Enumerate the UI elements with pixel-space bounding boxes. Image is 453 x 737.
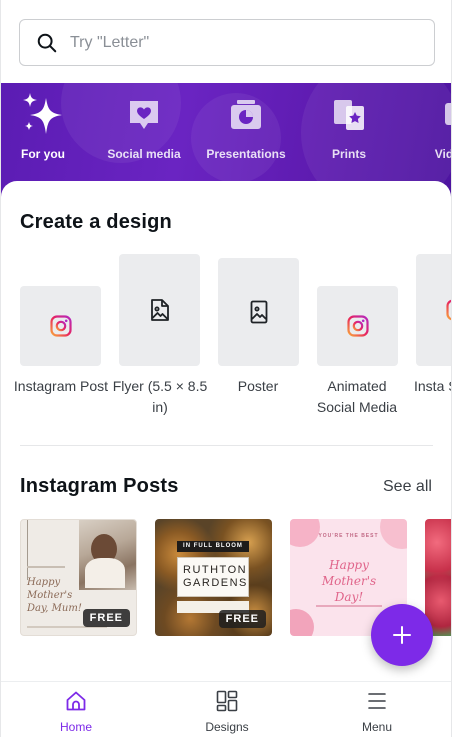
design-tile-poster[interactable]	[218, 258, 299, 366]
create-fab-button[interactable]	[371, 604, 433, 666]
nav-menu[interactable]: Menu	[332, 690, 422, 734]
category-label: Prints	[331, 147, 366, 161]
image-document-icon	[150, 299, 169, 321]
prints-icon	[334, 100, 364, 130]
search-header	[1, 0, 451, 83]
design-label: Poster	[237, 378, 279, 394]
see-all-link[interactable]: See all	[383, 478, 432, 496]
template-card-roses[interactable]	[425, 519, 451, 636]
template-card-ruthton-gardens[interactable]: IN FULL BLOOM RUTHTON GARDENS FREE	[155, 519, 272, 636]
bottom-nav: Home Designs Menu	[1, 681, 451, 737]
category-video[interactable]: Vid	[399, 91, 451, 161]
nav-label: Home	[59, 720, 92, 734]
template-title: RUTHTON GARDENS	[183, 564, 248, 589]
template-text: Happy Mother's Day, Mum!	[27, 577, 82, 614]
category-label: Vid	[434, 147, 451, 161]
design-label: Animated Social Media	[316, 378, 398, 415]
presentation-icon	[231, 100, 261, 129]
free-badge: FREE	[218, 610, 266, 628]
category-social-media[interactable]: Social media	[99, 91, 189, 161]
template-kicker: YOU'RE THE BEST	[318, 533, 379, 539]
search-icon	[37, 33, 57, 52]
instagram-icon	[446, 299, 451, 321]
home-icon	[66, 691, 86, 711]
designs-grid-icon	[216, 690, 238, 712]
category-for-you[interactable]: For you	[1, 91, 88, 161]
design-tile-instagram-post[interactable]	[20, 286, 101, 366]
menu-icon	[368, 693, 386, 709]
image-document-icon	[250, 300, 267, 324]
category-label: Presentations	[206, 147, 286, 161]
design-label: Flyer (5.5 × 8.5 in)	[112, 378, 208, 415]
template-kicker: IN FULL BLOOM	[177, 541, 249, 552]
design-tile-flyer[interactable]	[119, 254, 200, 366]
sparkle-icon	[23, 93, 62, 134]
category-prints[interactable]: Prints	[304, 91, 394, 161]
search-box[interactable]	[19, 19, 435, 66]
design-label: Insta St	[414, 378, 451, 394]
instagram-icon	[49, 315, 72, 337]
template-title: Happy Mother's Day!	[321, 558, 377, 604]
free-badge: FREE	[82, 609, 130, 627]
heart-bubble-icon	[130, 101, 158, 129]
design-tile-instagram-story[interactable]	[416, 254, 451, 366]
section-divider	[20, 445, 433, 446]
nav-home[interactable]: Home	[31, 690, 121, 734]
search-input[interactable]	[70, 33, 390, 52]
category-label: For you	[21, 147, 65, 161]
template-card-mothers-day[interactable]: Happy Mother's Day, Mum! FREE	[20, 519, 137, 636]
nav-label: Designs	[205, 720, 249, 734]
app-frame: For you Social media Presentations	[0, 0, 452, 737]
design-label: Instagram Post	[13, 378, 109, 394]
instagram-posts-title: Instagram Posts	[20, 475, 179, 497]
design-tile-animated-social[interactable]	[317, 286, 398, 366]
instagram-icon	[346, 315, 369, 337]
create-design-title: Create a design	[20, 211, 172, 233]
plus-icon	[393, 626, 411, 644]
nav-designs[interactable]: Designs	[182, 690, 272, 734]
video-icon	[445, 103, 451, 125]
category-presentations[interactable]: Presentations	[201, 91, 291, 161]
category-label: Social media	[107, 147, 181, 161]
nav-label: Menu	[361, 720, 393, 734]
